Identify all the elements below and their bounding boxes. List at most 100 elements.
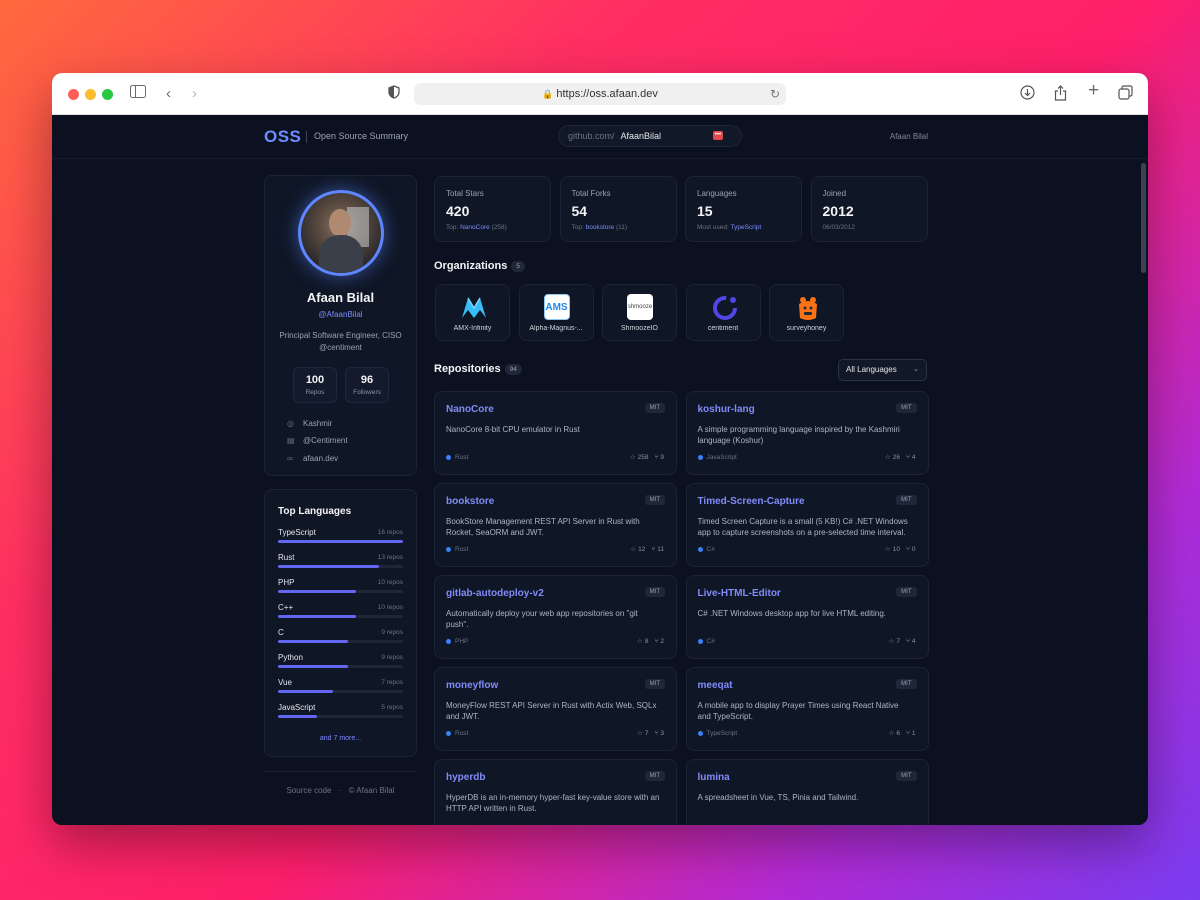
link-icon: ∞ xyxy=(287,454,293,463)
address-bar[interactable]: 🔒 https://oss.afaan.dev ↻ xyxy=(414,83,786,105)
top-languages-title: Top Languages xyxy=(278,506,352,517)
language-bar-fill xyxy=(278,690,333,693)
repo-description: A spreadsheet in Vue, TS, Pinia and Tail… xyxy=(697,793,859,802)
tabs-overview-icon[interactable] xyxy=(1118,85,1133,105)
repo-stats: ☆ 26 ⑂ 4 xyxy=(885,453,916,461)
password-manager-icon[interactable]: ••• xyxy=(713,131,723,140)
total-stars-sub-prefix: Top: xyxy=(446,224,459,231)
reload-icon[interactable]: ↻ xyxy=(770,83,780,105)
repo-language-name: Rust xyxy=(455,546,469,553)
repo-name-link[interactable]: hyperdb xyxy=(446,772,485,783)
forward-icon[interactable]: › xyxy=(192,85,197,103)
language-repo-count: 10 repos xyxy=(377,579,403,586)
shield-icon[interactable] xyxy=(388,85,400,104)
repo-name-link[interactable]: NanoCore xyxy=(446,404,494,415)
repo-name-link[interactable]: meeqat xyxy=(698,680,733,691)
repo-card[interactable]: NanoCore MIT NanoCore 8-bit CPU emulator i… xyxy=(434,391,677,475)
repo-name-link[interactable]: moneyflow xyxy=(446,680,498,691)
repo-card[interactable]: hyperdb MIT HyperDB is an in-memory hyper-… xyxy=(434,759,677,825)
organizations-title: Organizations xyxy=(434,260,508,272)
profile-name: Afaan Bilal xyxy=(306,290,375,305)
language-filter-select[interactable]: All Languages ⌄ xyxy=(838,359,927,381)
repo-language: Rust xyxy=(446,730,468,737)
source-code-link[interactable]: Source code xyxy=(287,786,332,795)
site-subtitle: Open Source Summary xyxy=(314,131,409,141)
repo-description: A mobile app to display Prayer Times usi… xyxy=(697,701,899,721)
repo-card[interactable]: lumina MIT A spreadsheet in Vue, TS, Pinia… xyxy=(685,759,929,825)
repo-language: PHP xyxy=(446,638,468,645)
profile-card: Afaan Bilal @AfaanBilal Principal Softwa… xyxy=(264,175,417,476)
repo-stars: 6 xyxy=(896,730,900,737)
org-name: centiment xyxy=(707,325,739,332)
org-item-alpha-magnus[interactable]: AMS Alpha-Magnus-... xyxy=(518,284,594,341)
scrollbar[interactable] xyxy=(1141,163,1146,273)
footer: Source code · © Afaan Bilal xyxy=(264,771,417,795)
language-repo-count: 13 repos xyxy=(377,554,403,561)
centiment-logo xyxy=(711,294,739,320)
repo-name-link[interactable]: Timed-Screen-Capture xyxy=(698,496,805,507)
language-row: JavaScript 5 repos xyxy=(278,703,403,725)
minimize-window-button[interactable] xyxy=(85,89,96,100)
website-text[interactable]: afaan.dev xyxy=(303,454,338,463)
repo-language-name: C# xyxy=(706,546,715,553)
repo-stars: 258 xyxy=(637,454,649,461)
download-icon[interactable] xyxy=(1020,85,1035,105)
repo-name-link[interactable]: bookstore xyxy=(446,496,494,507)
repo-card[interactable]: Live-HTML-Editor MIT C# .NET Windows deskt… xyxy=(685,575,929,659)
share-icon[interactable] xyxy=(1054,85,1067,106)
nav-user-name[interactable]: Afaan Bilal xyxy=(890,132,928,141)
total-stars-sub-link[interactable]: NanoCore xyxy=(460,224,490,231)
repo-card[interactable]: Timed-Screen-Capture MIT Timed Screen Capt… xyxy=(685,483,929,567)
language-name: TypeScript xyxy=(278,528,316,537)
repo-stars: 7 xyxy=(644,730,649,737)
logo[interactable]: OSS xyxy=(264,127,301,147)
profile-handle[interactable]: @AfaanBilal xyxy=(265,310,416,319)
repo-description: BookStore Management REST API Server in … xyxy=(446,517,640,537)
license-badge: MIT xyxy=(896,495,917,505)
language-bar-fill xyxy=(278,540,403,543)
languages-sub-prefix: Most used: xyxy=(697,224,729,231)
website[interactable]: ∞ afaan.dev xyxy=(287,454,338,464)
repo-forks: 4 xyxy=(911,454,916,461)
repo-name-link[interactable]: Live-HTML-Editor xyxy=(698,588,781,599)
close-window-button[interactable] xyxy=(68,89,79,100)
language-dot-icon xyxy=(446,454,451,460)
org-item-surveyhoney[interactable]: surveyhoney xyxy=(769,284,844,341)
total-forks-sub-link[interactable]: bookstore xyxy=(586,224,615,231)
repo-card[interactable]: gitlab-autodeploy-v2 MIT Automatically dep… xyxy=(434,575,677,659)
languages-sub-link[interactable]: TypeScript xyxy=(731,224,762,231)
repo-stars: 26 xyxy=(892,454,900,461)
repo-language-name: TypeScript xyxy=(706,730,738,737)
languages-label: Languages xyxy=(697,189,737,198)
github-username-input[interactable]: github.com/AfaanBilal ••• xyxy=(558,125,742,147)
license-badge: MIT xyxy=(644,587,665,597)
sidebar-icon[interactable] xyxy=(130,85,146,103)
star-icon: ☆ xyxy=(637,638,643,645)
new-tab-icon[interactable]: + xyxy=(1088,81,1099,100)
org-item-centiment[interactable]: centiment xyxy=(685,284,761,341)
lock-icon: 🔒 xyxy=(542,89,554,99)
total-stars-subtext: Top: NanoCore (258) xyxy=(446,224,507,231)
language-bar-fill xyxy=(278,615,356,618)
repo-card[interactable]: meeqat MIT A mobile app to display Prayer … xyxy=(685,667,929,751)
copyright[interactable]: © Afaan Bilal xyxy=(349,786,395,795)
repo-description: A simple programming language inspired b… xyxy=(697,425,900,445)
more-languages-link[interactable]: and 7 more... xyxy=(265,735,416,742)
language-dot-icon xyxy=(697,638,703,644)
repo-name-link[interactable]: lumina xyxy=(698,772,730,783)
repo-name-link[interactable]: gitlab-autodeploy-v2 xyxy=(446,588,544,599)
back-icon[interactable]: ‹ xyxy=(166,85,171,103)
fork-icon: ⑂ xyxy=(654,454,659,461)
repo-card[interactable]: moneyflow MIT MoneyFlow REST API Server in… xyxy=(434,667,677,751)
org-item-shmoozeio[interactable]: shmooze ShmoozeIO xyxy=(602,284,677,341)
organizations-count-badge: 5 xyxy=(511,260,525,272)
repo-card[interactable]: bookstore MIT BookStore Management REST AP… xyxy=(434,483,677,567)
org-item-amx-infinity[interactable]: AMX-Infinity xyxy=(435,284,510,341)
github-username[interactable]: AfaanBilal xyxy=(621,131,662,141)
maximize-window-button[interactable] xyxy=(102,89,113,100)
repos-label: Repos xyxy=(305,389,325,396)
org-name: ShmoozeIO xyxy=(621,325,658,332)
repo-card[interactable]: koshur-lang MIT A simple programming langu… xyxy=(685,391,929,475)
repo-name-link[interactable]: koshur-lang xyxy=(698,404,755,415)
joined-card: Joined 2012 06/03/2012 xyxy=(810,176,928,242)
